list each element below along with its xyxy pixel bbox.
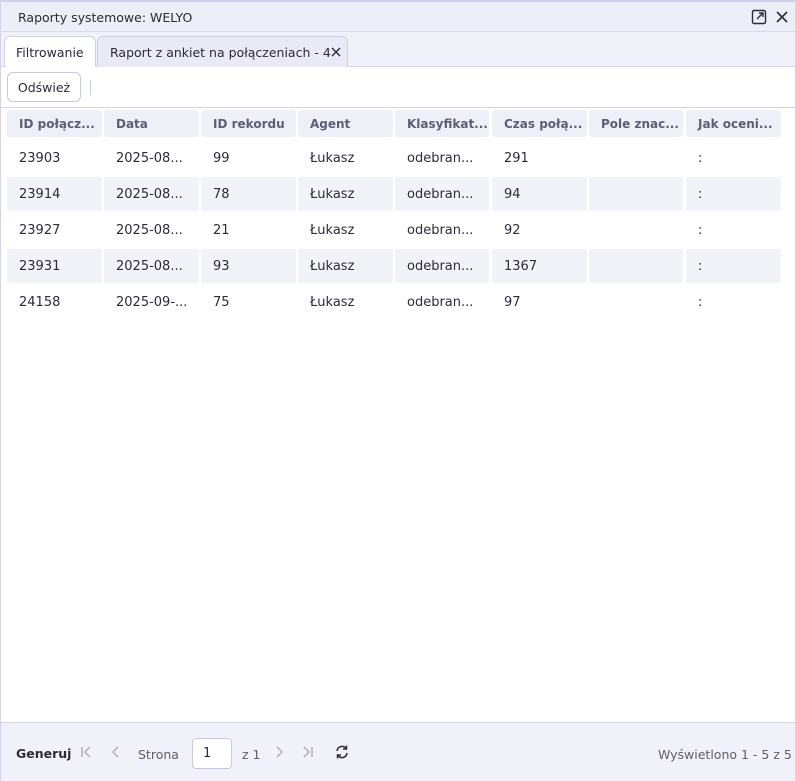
table-cell[interactable]: [589, 141, 683, 175]
table-cell[interactable]: Łukasz: [298, 249, 393, 283]
title-bar: Raporty systemowe: WELYO: [1, 2, 795, 32]
pagination-bar: Generuj Strona z 1 Wyświetlono 1 - 5 z 5: [1, 722, 795, 781]
table-cell[interactable]: 23903: [7, 141, 102, 175]
close-icon[interactable]: [773, 8, 791, 26]
tab-label: Raport z ankiet na połączeniach - 4: [110, 45, 331, 60]
page-number-input[interactable]: [192, 738, 232, 769]
table-cell[interactable]: 23927: [7, 213, 102, 247]
refresh-button[interactable]: Odśwież: [7, 72, 81, 102]
column-header-record-id[interactable]: ID rekordu: [201, 110, 296, 137]
column-header-call-duration[interactable]: Czas połą...: [492, 110, 587, 137]
table-cell[interactable]: Łukasz: [298, 177, 393, 211]
table-cell[interactable]: [589, 249, 683, 283]
table-cell[interactable]: 75: [201, 285, 296, 319]
table-cell[interactable]: [589, 213, 683, 247]
close-icon[interactable]: [330, 46, 342, 58]
table-cell[interactable]: 92: [492, 213, 587, 247]
table-cell[interactable]: odebran...: [395, 249, 489, 283]
tab-label: Filtrowanie: [16, 45, 84, 60]
table-cell[interactable]: 2025-08...: [104, 213, 199, 247]
column-header-classification[interactable]: Klasyfikat...: [395, 110, 489, 137]
tab-survey-report[interactable]: Raport z ankiet na połączeniach - 4: [97, 36, 348, 67]
table-cell[interactable]: odebran...: [395, 285, 489, 319]
table-cell[interactable]: 2025-08...: [104, 141, 199, 175]
table-cell[interactable]: :: [686, 213, 781, 247]
page-label: Strona: [138, 747, 179, 762]
generate-button[interactable]: Generuj: [16, 746, 71, 761]
popout-icon[interactable]: [750, 8, 768, 26]
column-header-agent[interactable]: Agent: [298, 110, 393, 137]
table-cell[interactable]: 21: [201, 213, 296, 247]
table-cell[interactable]: 2025-09-...: [104, 285, 199, 319]
table-cell[interactable]: 2025-08...: [104, 177, 199, 211]
column-header-rating[interactable]: Jak oceni...: [686, 110, 781, 137]
first-page-icon[interactable]: [79, 745, 93, 759]
column-header-call-id[interactable]: ID połącz...: [7, 110, 102, 137]
tab-filtering[interactable]: Filtrowanie: [4, 36, 96, 67]
next-page-icon[interactable]: [272, 745, 286, 759]
window-title: Raporty systemowe: WELYO: [18, 10, 193, 25]
table-cell[interactable]: :: [686, 141, 781, 175]
page-count-label: z 1: [242, 747, 261, 762]
refresh-icon[interactable]: [334, 744, 350, 760]
table-cell[interactable]: 23931: [7, 249, 102, 283]
table-cell[interactable]: odebran...: [395, 177, 489, 211]
table-cell[interactable]: Łukasz: [298, 285, 393, 319]
table-cell[interactable]: 93: [201, 249, 296, 283]
table-cell[interactable]: Łukasz: [298, 141, 393, 175]
table-cell[interactable]: :: [686, 177, 781, 211]
table-cell[interactable]: [589, 177, 683, 211]
table-cell[interactable]: Łukasz: [298, 213, 393, 247]
table-cell[interactable]: 99: [201, 141, 296, 175]
table-cell[interactable]: 1367: [492, 249, 587, 283]
prev-page-icon[interactable]: [109, 745, 123, 759]
table-cell[interactable]: odebran...: [395, 141, 489, 175]
table-cell[interactable]: odebran...: [395, 213, 489, 247]
table-cell[interactable]: :: [686, 249, 781, 283]
report-window: Raporty systemowe: WELYO Filtrowanie Rap…: [0, 0, 796, 781]
column-header-date[interactable]: Data: [104, 110, 199, 137]
last-page-icon[interactable]: [301, 745, 315, 759]
toolbar: Odśwież: [1, 68, 795, 108]
table-cell[interactable]: 24158: [7, 285, 102, 319]
column-header-marker-field[interactable]: Pole znac...: [589, 110, 683, 137]
table-cell[interactable]: 78: [201, 177, 296, 211]
table-cell[interactable]: 97: [492, 285, 587, 319]
toolbar-divider: [90, 80, 91, 95]
table-cell[interactable]: [589, 285, 683, 319]
table-cell[interactable]: :: [686, 285, 781, 319]
table-cell[interactable]: 23914: [7, 177, 102, 211]
table-cell[interactable]: 2025-08...: [104, 249, 199, 283]
tab-bar: Filtrowanie Raport z ankiet na połączeni…: [1, 32, 795, 67]
results-summary: Wyświetlono 1 - 5 z 5: [658, 747, 792, 762]
table-cell[interactable]: 94: [492, 177, 587, 211]
table-cell[interactable]: 291: [492, 141, 587, 175]
